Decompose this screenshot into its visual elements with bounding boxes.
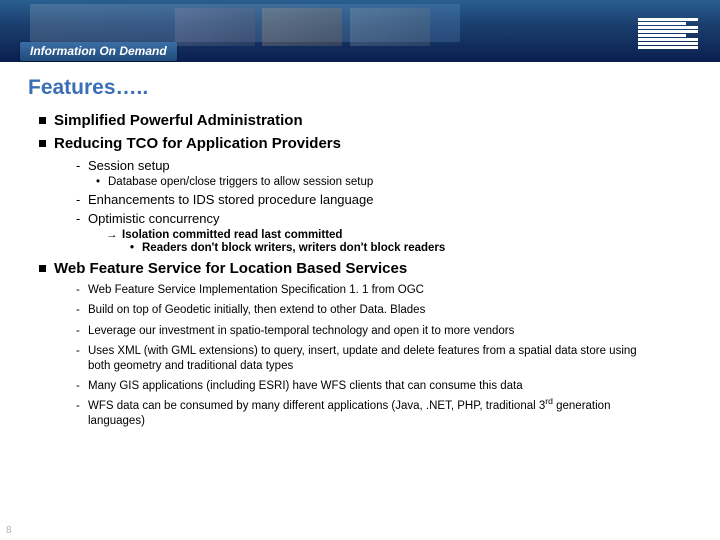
ibm-logo [638,18,698,49]
bullet-wfs: Web Feature Service for Location Based S… [54,260,692,277]
wfs-item-xml: Uses XML (with GML extensions) to query,… [88,344,644,373]
tco-session-setup-detail: Database open/close triggers to allow se… [108,176,692,188]
bullet-simplified-admin: Simplified Powerful Administration [54,112,692,129]
page-number: 8 [6,525,12,536]
wfs-list: Web Feature Service Implementation Speci… [28,283,692,428]
wfs-item-spec: Web Feature Service Implementation Speci… [88,283,644,297]
tco-isolation: Isolation committed read last committed [122,229,692,241]
wfs-item-leverage: Leverage our investment in spatio-tempor… [88,324,644,338]
information-on-demand-badge: Information On Demand [20,42,177,61]
slide-title: Features….. [28,76,692,100]
banner-photo-3 [350,8,430,46]
wfs-item-gis: Many GIS applications (including ESRI) h… [88,379,644,393]
banner-photo-strip [30,4,460,42]
banner-photo-1 [175,8,255,46]
tco-session-setup: Session setup [88,158,692,173]
tco-optimistic-concurrency: Optimistic concurrency [88,211,692,226]
wfs-item-geodetic: Build on top of Geodetic initially, then… [88,303,644,317]
slide-body: Features….. Simplified Powerful Administ… [0,62,720,428]
tco-ids-stored-proc: Enhancements to IDS stored procedure lan… [88,192,692,207]
wfs-item-consumed: WFS data can be consumed by many differe… [88,399,644,428]
slide-banner: Information On Demand [0,0,720,62]
banner-photo-2 [262,8,342,46]
tco-readers-writers: Readers don't block writers, writers don… [142,242,692,254]
bullet-reducing-tco: Reducing TCO for Application Providers [54,135,692,152]
